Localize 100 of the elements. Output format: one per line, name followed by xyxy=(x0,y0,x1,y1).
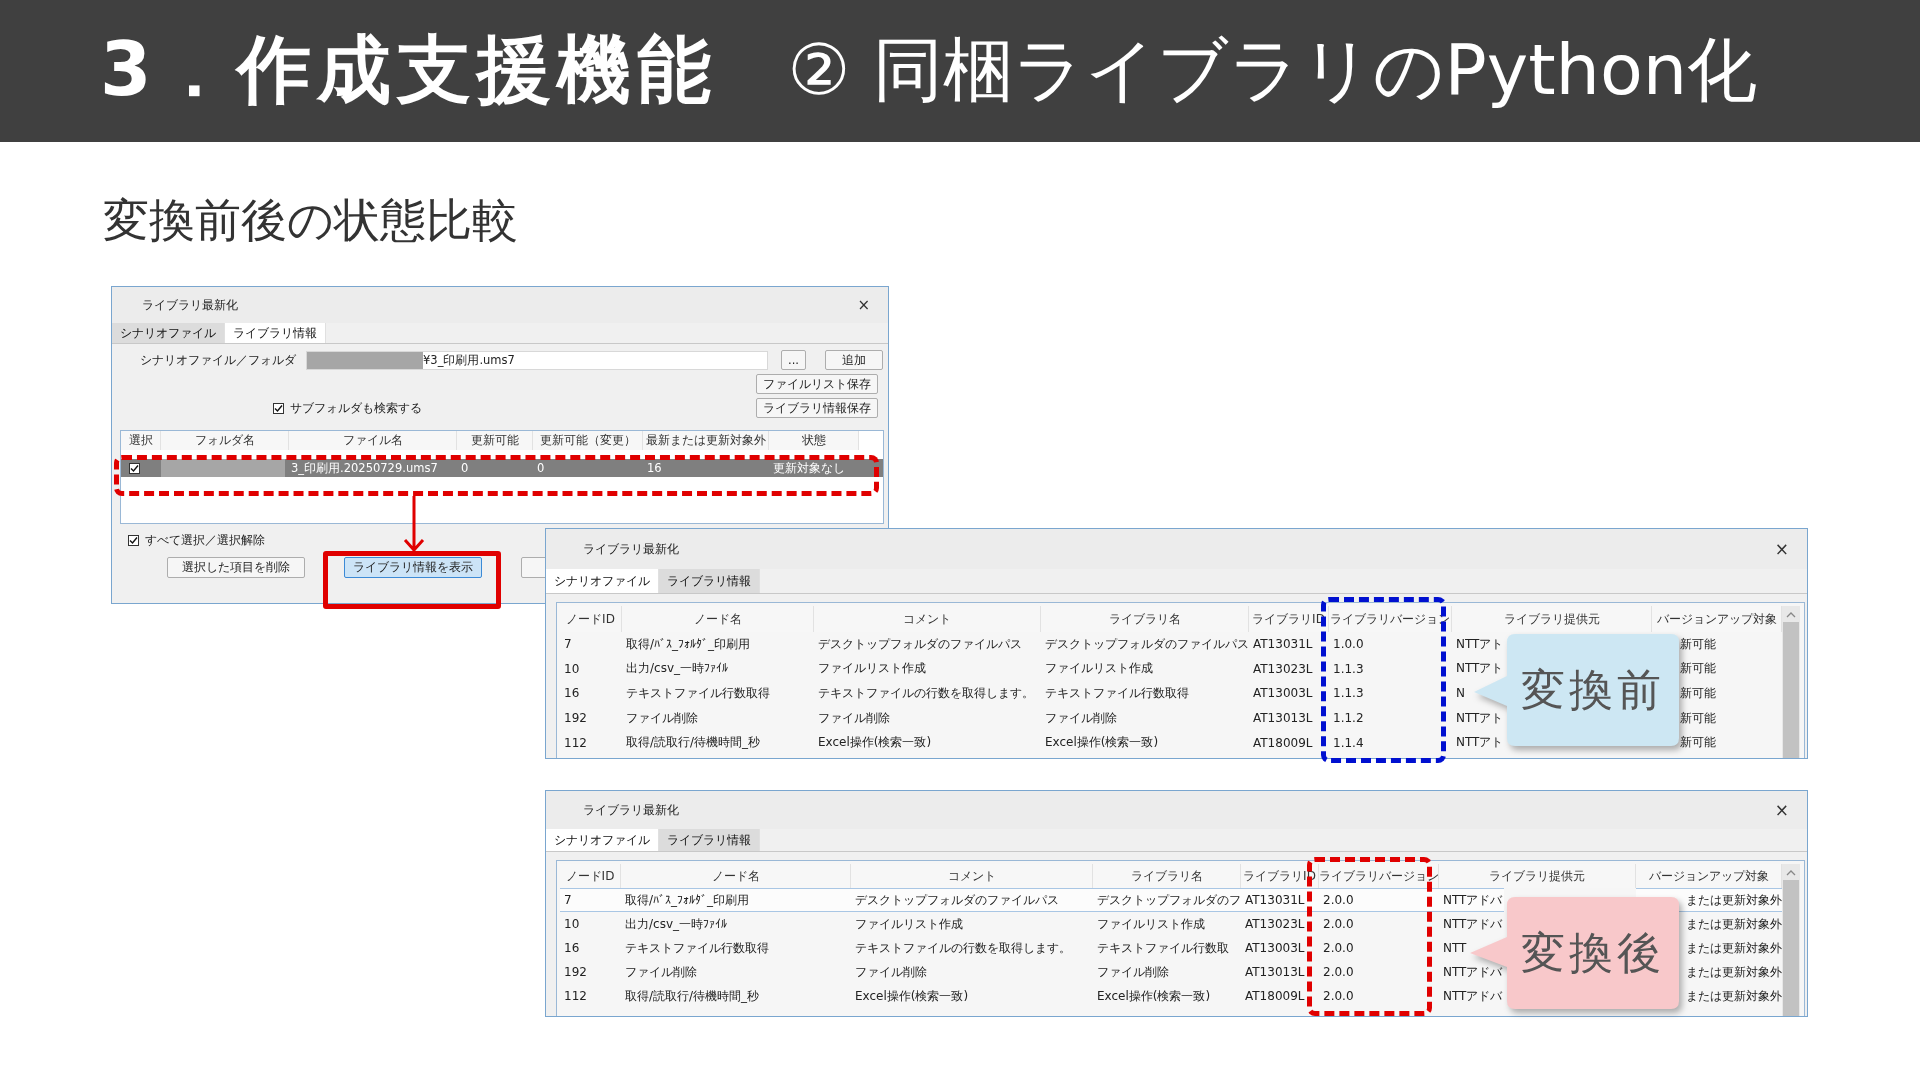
table-cell-text: テキストファイル行数取得 xyxy=(625,685,771,702)
window-title: ライブラリ最新化 xyxy=(142,297,238,313)
table-cell-text: AT18009L xyxy=(1252,734,1314,752)
table-cell[interactable]: 16 xyxy=(560,681,622,706)
table-cell-text: または更新対象外 xyxy=(1685,987,1782,1005)
scroll-up-icon[interactable] xyxy=(1786,611,1796,618)
scrollbar[interactable] xyxy=(1782,864,1800,1016)
table-cell[interactable]: 112 xyxy=(560,984,621,1008)
path-field[interactable]: ¥3_印刷用.ums7 xyxy=(306,350,768,370)
save-info-button[interactable]: ライブラリ情報保存 xyxy=(756,398,878,418)
table-cell-text: 1.1.3 xyxy=(1332,660,1365,678)
table-cell-text: 0 xyxy=(536,460,546,477)
table-cell-text: AT13023L xyxy=(1252,660,1314,678)
dialog-button[interactable]: ライブラリ情報を表示 xyxy=(344,557,482,578)
table-cell[interactable]: 192 xyxy=(560,960,621,984)
table-cell-text: テキストファイル行数取得 xyxy=(1044,685,1190,702)
table-cell-text: 16 xyxy=(646,460,663,477)
table-row[interactable]: 3_印刷用.20250729.ums7 0 0 16 更新対象なし xyxy=(121,459,883,477)
table-cell-text: 新可能 xyxy=(1679,734,1717,752)
dialog-button[interactable]: 選択した項目を削除 xyxy=(167,557,305,578)
table-cell[interactable]: 10 xyxy=(560,656,622,682)
table-cell-text: テキストファイル行数取 xyxy=(1096,939,1230,957)
table-cell-text: AT13003L xyxy=(1244,940,1306,957)
column-header[interactable]: フォルダ名 xyxy=(161,431,289,450)
table-cell[interactable]: 7 xyxy=(560,632,622,657)
table-cell-text: NTTアト xyxy=(1455,734,1505,752)
table-cell: 2.0.0 xyxy=(1319,888,1439,912)
table-cell-text: Excel操作(検索一致) xyxy=(1096,987,1212,1005)
tab[interactable]: ライブラリ情報 xyxy=(225,323,326,343)
close-button[interactable]: × xyxy=(853,296,874,314)
checkbox-label: サブフォルダも検索する xyxy=(290,400,422,416)
column-header[interactable]: ファイル名 xyxy=(289,431,457,450)
table-cell-text: AT13013L xyxy=(1244,964,1306,981)
table-cell-text: ファイル削除 xyxy=(625,709,699,727)
browse-button[interactable]: ... xyxy=(781,350,806,370)
table-cell-text: 出力/csv_一時ﾌｧｲﾙ xyxy=(624,915,728,933)
table-cell-text: 2.0.0 xyxy=(1322,940,1355,957)
scroll-up-icon[interactable] xyxy=(1786,869,1796,876)
tab[interactable]: シナリオファイル xyxy=(546,569,659,593)
table-cell-text: ファイルリスト作成 xyxy=(854,915,964,933)
table-cell: NTTアドバ xyxy=(1439,888,1505,912)
table-cell: デスクトップフォルダのファイルパス xyxy=(851,888,1093,912)
field-label: シナリオファイル／フォルダ xyxy=(140,353,297,367)
table-cell-text: Excel操作(検索一致) xyxy=(817,734,933,752)
checkbox[interactable] xyxy=(129,462,140,474)
save-list-button[interactable]: ファイルリスト保存 xyxy=(756,374,878,394)
tab[interactable]: シナリオファイル xyxy=(112,323,225,343)
close-button[interactable]: × xyxy=(1770,539,1793,559)
table-cell-text: ファイル削除 xyxy=(1096,963,1170,981)
table-cell: AT13031L xyxy=(1241,888,1319,912)
column-header[interactable]: 選択 xyxy=(121,431,161,450)
table-cell-text: 取得/読取行/待機時間_秒 xyxy=(624,987,761,1005)
add-button[interactable]: 追加 xyxy=(824,350,883,370)
table-cell-text: ファイル削除 xyxy=(817,709,891,727)
table-cell-text: または更新対象外 xyxy=(1685,963,1782,981)
table-cell-text: NTTアト xyxy=(1455,635,1505,653)
table-cell-text: NTTアドバ xyxy=(1442,963,1504,981)
table-cell[interactable]: 16 xyxy=(560,936,621,960)
table-cell-text: 2.0.0 xyxy=(1322,988,1355,1005)
slide-subtitle: ② 同梱ライブラリのPython化 xyxy=(787,28,1758,113)
table-cell-text: または更新対象外 xyxy=(1685,939,1782,957)
table-cell[interactable]: 7 xyxy=(560,888,621,912)
table-cell-text: 更新対象なし xyxy=(772,459,846,477)
table-cell-text: 取得/読取行/待機時間_秒 xyxy=(625,734,762,752)
table-cell[interactable]: 10 xyxy=(560,912,621,936)
slide-title: 3．作成支援機能 xyxy=(100,25,718,114)
table-cell[interactable]: 112 xyxy=(560,730,622,755)
table-cell-text: ファイルリスト作成 xyxy=(817,660,927,678)
checkbox[interactable] xyxy=(128,535,139,546)
tab[interactable]: ライブラリ情報 xyxy=(659,569,760,593)
table-cell-text: NTTアドバ xyxy=(1442,987,1504,1005)
table-cell-text: 新可能 xyxy=(1679,685,1717,702)
table-cell[interactable]: 192 xyxy=(560,705,622,731)
table-cell-text: 1.1.2 xyxy=(1332,710,1365,728)
table-cell-text: AT13031L xyxy=(1252,636,1314,654)
tab[interactable]: ライブラリ情報 xyxy=(659,829,760,851)
table-cell-text: AT13023L xyxy=(1244,916,1306,933)
window-title: ライブラリ最新化 xyxy=(583,540,679,558)
table-cell-text: AT18009L xyxy=(1244,988,1306,1005)
checkbox[interactable] xyxy=(273,402,284,414)
table-cell-text: テキストファイルの行数を取得します。 xyxy=(854,939,1072,957)
table-cell-text: NTTアト xyxy=(1455,660,1505,678)
table-cell: 取得/ﾊﾞｽ_ﾌｫﾙﾀﾞ_印刷用 xyxy=(621,888,851,912)
scrollbar[interactable] xyxy=(1782,606,1800,758)
table-cell-text: 0 xyxy=(460,460,470,477)
table-cell-text: 1.1.4 xyxy=(1332,734,1365,752)
table-cell-text: N xyxy=(1455,685,1466,703)
table-cell-text: AT13013L xyxy=(1252,710,1314,728)
close-button[interactable]: × xyxy=(1770,800,1793,820)
column-header[interactable]: 更新可能（変更） xyxy=(533,431,643,450)
column-header[interactable]: 最新または更新対象外 xyxy=(643,431,769,450)
column-header[interactable]: 更新可能 xyxy=(457,431,533,450)
table-cell-text: 2.0.0 xyxy=(1322,916,1355,933)
table-cell-text: 取得/ﾊﾞｽ_ﾌｫﾙﾀﾞ_印刷用 xyxy=(625,635,752,653)
window-title: ライブラリ最新化 xyxy=(583,801,679,819)
table-cell-text: ファイル削除 xyxy=(624,963,698,981)
table-cell-text: 1.1.3 xyxy=(1332,685,1365,703)
column-header[interactable]: 状態 xyxy=(769,431,859,450)
tab[interactable]: シナリオファイル xyxy=(546,829,659,851)
table-cell-text: ファイル削除 xyxy=(854,963,928,981)
